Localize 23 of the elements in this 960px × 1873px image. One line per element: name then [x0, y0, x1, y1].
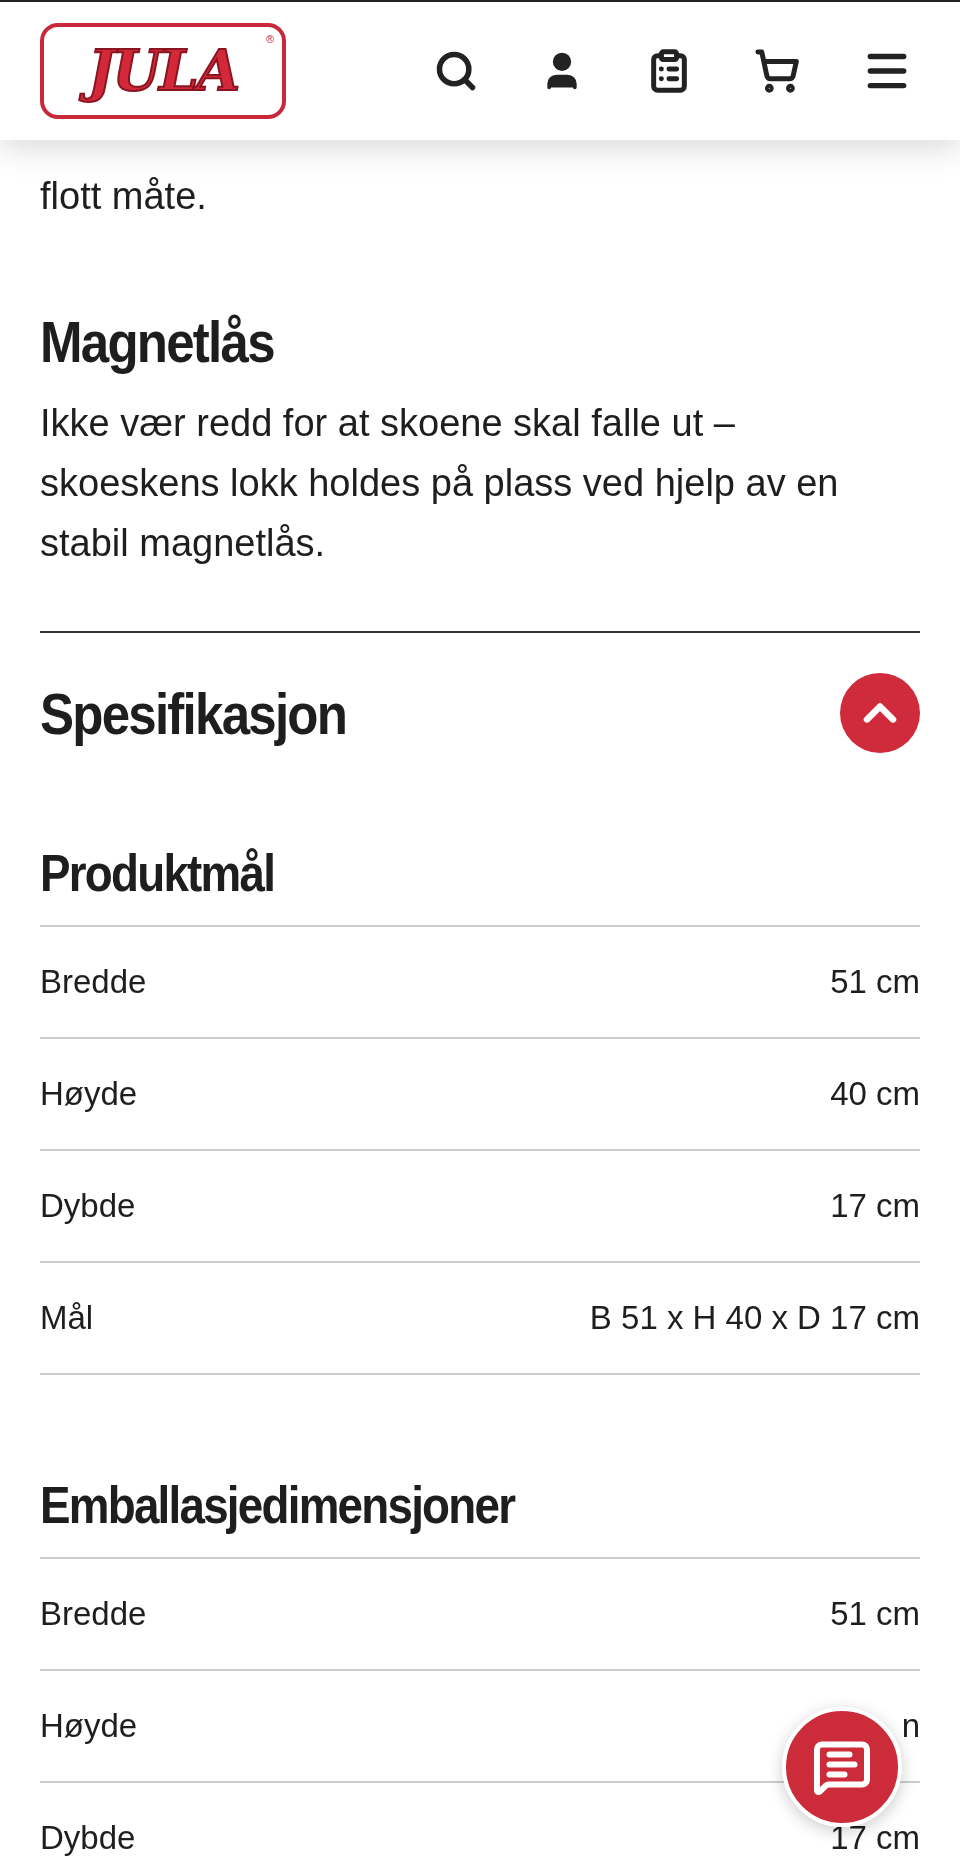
spec-value: 40 cm [830, 1075, 920, 1113]
section-heading: Spesifikasjon [40, 679, 347, 747]
spec-value: 51 cm [830, 963, 920, 1001]
description-text: Ikke vær redd for at skoene skal falle ut – skoeskens lokk holdes på plass ved hjelp av en stabil magnetlås. [40, 401, 840, 566]
section-heading: Magnetlås [40, 308, 275, 375]
spec-value: B 51 x H 40 x D 17 cm [589, 1299, 920, 1337]
spec-label: Bredde [40, 963, 147, 1001]
spec-label: Bredde [40, 1595, 147, 1633]
description-text: flott måte. [40, 174, 208, 219]
spec-value: 17 cm [830, 1819, 920, 1857]
spec-label: Høyde [40, 1707, 138, 1745]
spec-value: 51 cm [830, 1595, 920, 1633]
logo[interactable]: JULA ® [40, 23, 286, 119]
registered-mark: ® [265, 33, 274, 45]
spec-label: Dybde [40, 1187, 136, 1225]
group-heading: Produktmål [40, 843, 276, 903]
spec-value: n [901, 1707, 920, 1745]
spec-label: Dybde [40, 1819, 136, 1857]
spec-value: 17 cm [830, 1187, 920, 1225]
spec-label: Høyde [40, 1075, 138, 1113]
logo-text: JULA [77, 37, 249, 105]
spec-label: Mål [40, 1299, 94, 1337]
group-heading: Emballasjedimensjoner [40, 1475, 516, 1535]
